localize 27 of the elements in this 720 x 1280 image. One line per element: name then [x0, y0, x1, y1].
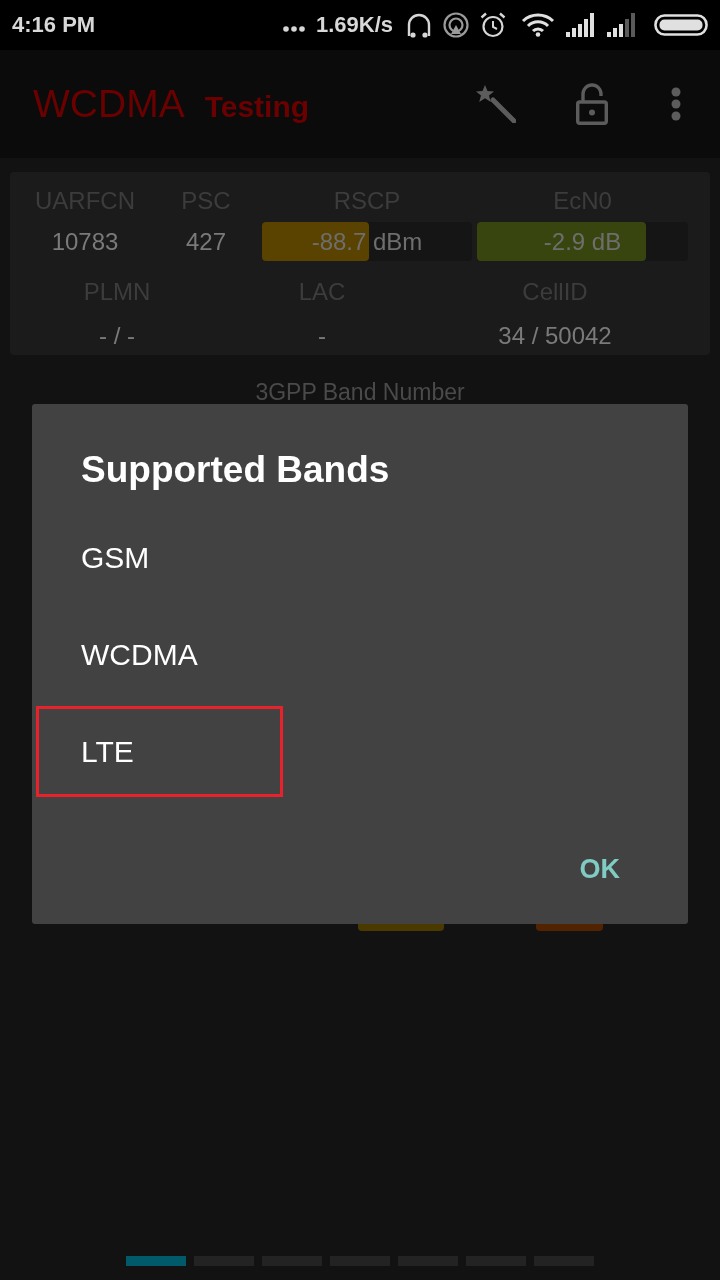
dots-icon — [282, 26, 305, 32]
alarm-clock-icon — [480, 12, 506, 38]
band-option[interactable]: LTE — [36, 706, 283, 797]
wifi-icon — [521, 13, 555, 37]
padlock-icon[interactable] — [576, 83, 608, 125]
band-option[interactable]: GSM — [36, 512, 283, 603]
field-value: - / - — [98, 321, 136, 351]
field-value: 34 / 50042 — [497, 321, 613, 351]
app-title: WCDMA — [33, 82, 185, 126]
app-subtitle: Testing — [204, 90, 310, 124]
ok-button[interactable]: OK — [563, 842, 636, 897]
status-time: 4:16 PM — [12, 12, 96, 38]
band-option[interactable]: WCDMA — [36, 609, 283, 700]
dialog-title: Supported Bands — [81, 448, 390, 492]
meter-value: -88.7 dBm — [311, 227, 423, 256]
field-value: 10783 — [50, 226, 120, 257]
meter-value: -2.9 dB — [543, 227, 622, 256]
magic-wand-icon[interactable] — [476, 85, 516, 123]
battery-icon — [654, 14, 708, 36]
more-options-icon[interactable] — [670, 87, 682, 121]
signal-icon — [566, 13, 596, 37]
field-value: 427 — [184, 226, 227, 257]
section-title: 3GPP Band Number — [255, 381, 465, 403]
network-speed: 1.69K/s — [315, 12, 393, 38]
signal-icon — [607, 13, 637, 37]
field-value: - — [317, 321, 327, 351]
headphone-icon — [406, 12, 432, 38]
